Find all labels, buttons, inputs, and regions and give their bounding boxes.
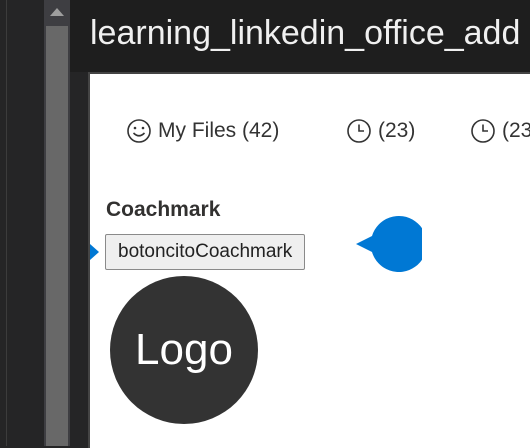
smiley-icon [127, 119, 151, 143]
tab-my-files[interactable]: My Files (42) [126, 116, 279, 146]
clock-icon [471, 119, 495, 143]
scroll-thumb[interactable] [46, 26, 68, 446]
coachmark-bubble-icon[interactable] [356, 216, 422, 272]
tab-recent[interactable]: (23) [346, 116, 415, 146]
addin-content: My Files (42) (23) (23 Coachmark botonci… [88, 72, 530, 448]
coachmark-beak-icon [90, 244, 99, 260]
title-bar: learning_linkedin_office_add [70, 0, 530, 72]
tab-recent-2[interactable]: (23 [470, 116, 530, 146]
scroll-up-arrow-icon[interactable] [50, 8, 64, 16]
left-pane-border [6, 0, 7, 446]
coachmark-target-button[interactable]: botoncitoCoachmark [105, 234, 306, 270]
tab-recent-2-label: (23 [502, 119, 530, 142]
logo-text: Logo [135, 325, 233, 374]
pivot-tabs: My Files (42) (23) (23 [90, 116, 530, 146]
coachmark-section-label: Coachmark [106, 198, 221, 221]
left-pane [0, 0, 44, 446]
logo: Logo [110, 276, 258, 424]
vertical-scrollbar[interactable] [44, 0, 70, 446]
tab-recent-label: (23) [378, 119, 416, 142]
clock-icon [347, 119, 371, 143]
window-title: learning_linkedin_office_add [90, 14, 521, 52]
tab-my-files-label: My Files (42) [158, 119, 280, 142]
